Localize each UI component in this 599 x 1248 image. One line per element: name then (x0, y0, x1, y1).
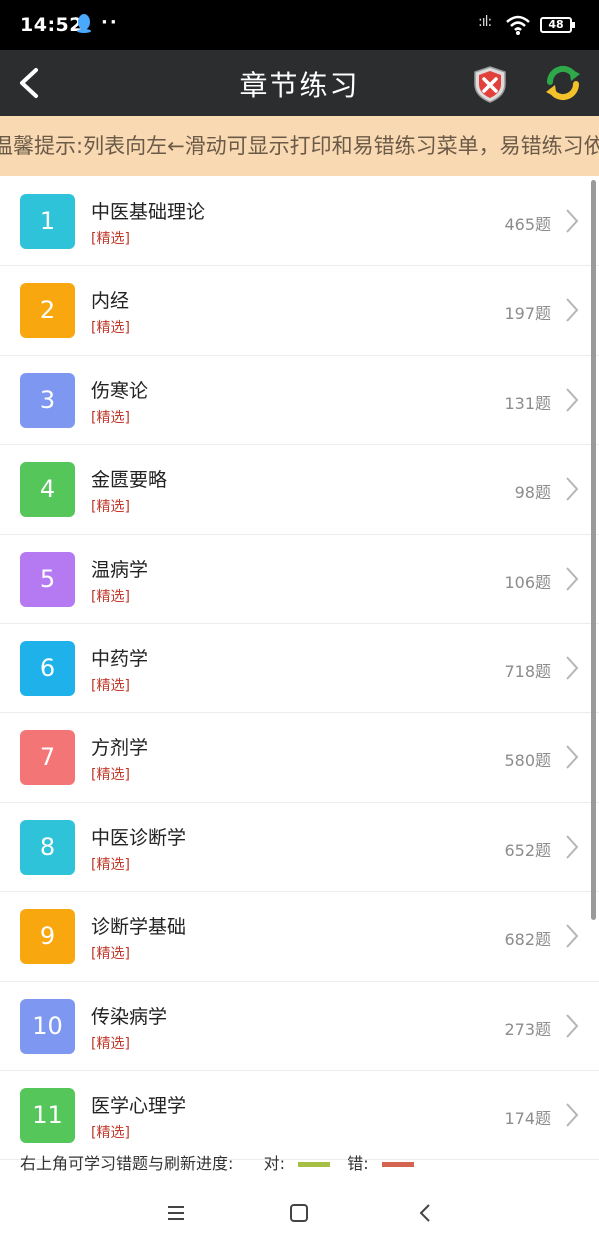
chapter-question-count: 465题 (504, 215, 551, 234)
chapter-tag: [精选] (91, 1124, 130, 1141)
chapter-tag: [精选] (91, 677, 130, 694)
chapter-tag: [精选] (91, 946, 130, 963)
chevron-right-icon (566, 656, 579, 680)
wrong-questions-shield-icon[interactable] (470, 64, 510, 104)
chapter-row[interactable]: 9 诊断学基础 [精选] 682题 (0, 892, 599, 982)
legend-wrong-swatch (381, 1162, 414, 1167)
chapter-row[interactable]: 2 内经 [精选] 197题 (0, 266, 599, 356)
chapter-index-badge: 4 (20, 462, 75, 518)
chapter-name: 温病学 (91, 558, 149, 581)
tip-marquee: 温馨提示:列表向左←滑动可显示打印和易错练习菜单，易错练习依据 (0, 116, 599, 176)
chapter-tag: [精选] (91, 767, 130, 784)
header-bar: 章节练习 (0, 50, 599, 116)
chapter-name: 内经 (91, 290, 130, 313)
chevron-right-icon (566, 298, 579, 323)
wifi-icon (506, 15, 530, 35)
chapter-name: 传染病学 (91, 1005, 168, 1028)
chapter-question-count: 580题 (504, 751, 551, 771)
refresh-progress-icon[interactable] (542, 62, 584, 104)
chapter-question-count: 106题 (504, 572, 551, 592)
chapter-list: 1 中医基础理论 [精选] 465题 2 内经 [精选] 197题 3 伤寒论 [精选] 131题 4 金… (0, 177, 599, 1161)
chevron-right-icon (566, 745, 579, 770)
legend-wrong-label: 错: (347, 1154, 369, 1173)
chapter-index-badge: 8 (20, 819, 75, 875)
chevron-right-icon (566, 924, 579, 948)
chapter-question-count: 718题 (504, 661, 551, 681)
chapter-row[interactable]: 5 温病学 [精选] 106题 (0, 535, 599, 624)
chapter-tag: [精选] (91, 499, 130, 516)
chevron-right-icon (566, 566, 579, 591)
chapter-index-badge: 1 (20, 194, 75, 249)
chapter-name: 中医诊断学 (91, 826, 187, 849)
nav-back-icon[interactable] (411, 1198, 441, 1228)
progress-legend: 右上角可学习错题与刷新进度: 对: 错: (20, 1150, 426, 1174)
signal-icon: :ıl: (478, 14, 492, 30)
chapter-tag: [精选] (91, 856, 130, 873)
chapter-row[interactable]: 1 中医基础理论 [精选] 465题 (0, 177, 599, 267)
chapter-name: 中医基础理论 (91, 201, 206, 223)
chapter-name: 中药学 (91, 647, 149, 670)
chapter-tag: [精选] (91, 409, 130, 426)
chevron-right-icon (566, 835, 579, 859)
chapter-name: 金匮要略 (91, 469, 168, 492)
chapter-question-count: 652题 (504, 840, 551, 860)
chapter-index-badge: 10 (20, 998, 75, 1054)
chevron-right-icon (566, 388, 579, 412)
chevron-right-icon (566, 477, 579, 501)
chapter-index-badge: 3 (20, 372, 75, 428)
chapter-tag: [精选] (91, 1035, 130, 1052)
chapter-index-badge: 2 (20, 283, 75, 339)
chapter-name: 诊断学基础 (91, 916, 187, 939)
chapter-index-badge: 9 (20, 909, 75, 965)
chapter-index-badge: 5 (20, 551, 75, 607)
chapter-name: 医学心理学 (91, 1094, 187, 1117)
chapter-tag: [精选] (91, 588, 130, 605)
status-time: 14:52 (20, 14, 83, 36)
chevron-right-icon (566, 209, 579, 233)
system-nav-bar (0, 1178, 599, 1248)
scrollbar[interactable] (591, 180, 596, 920)
chapter-index-badge: 6 (20, 640, 75, 696)
menu-icon[interactable] (161, 1198, 191, 1228)
chapter-row[interactable]: 7 方剂学 [精选] 580题 (0, 713, 599, 803)
battery-icon: 48 (540, 17, 575, 33)
chapter-question-count: 197题 (504, 304, 551, 324)
chapter-row[interactable]: 6 中药学 [精选] 718题 (0, 624, 599, 714)
chapter-row[interactable]: 10 传染病学 [精选] 273题 (0, 982, 599, 1071)
status-bar: 14:52 ·· :ıl: 48 (0, 0, 599, 50)
chapter-index-badge: 11 (20, 1087, 75, 1143)
tip-text: 温馨提示:列表向左←滑动可显示打印和易错练习菜单，易错练习依据 (0, 134, 599, 158)
chapter-tag: [精选] (91, 231, 130, 247)
chapter-row[interactable]: 11 医学心理学 [精选] 174题 (0, 1071, 599, 1161)
legend-correct-label: 对: (263, 1154, 285, 1173)
chapter-name: 方剂学 (91, 737, 149, 760)
chapter-row[interactable]: 4 金匮要略 [精选] 98题 (0, 445, 599, 535)
chapter-tag: [精选] (91, 320, 130, 337)
chapter-row[interactable]: 3 伤寒论 [精选] 131题 (0, 356, 599, 446)
legend-text: 右上角可学习错题与刷新进度: (20, 1154, 234, 1173)
home-icon[interactable] (284, 1198, 314, 1228)
chapter-question-count: 273题 (504, 1019, 551, 1039)
chapter-question-count: 682题 (504, 930, 551, 950)
chapter-question-count: 98题 (514, 483, 551, 503)
chapter-index-badge: 7 (20, 730, 75, 786)
status-dots: ·· (101, 12, 119, 33)
back-arrow-icon[interactable] (12, 60, 56, 106)
chapter-row[interactable]: 8 中医诊断学 [精选] 652题 (0, 803, 599, 893)
chevron-right-icon (566, 1013, 579, 1038)
chapter-question-count: 174题 (504, 1108, 551, 1128)
qq-icon (77, 14, 91, 33)
chapter-name: 伤寒论 (91, 379, 149, 402)
chevron-right-icon (566, 1103, 579, 1127)
chapter-question-count: 131题 (504, 393, 551, 413)
legend-correct-swatch (298, 1162, 331, 1167)
